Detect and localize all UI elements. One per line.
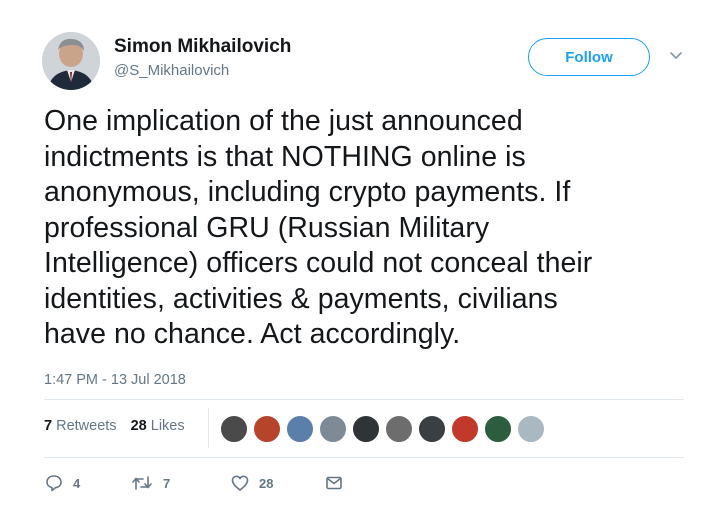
tweet-line: have no chance. Act accordingly. <box>44 318 461 350</box>
retweets-stat[interactable]: 7 Retweets <box>44 418 117 434</box>
tweet-timestamp[interactable]: 1:47 PM - 13 Jul 2018 <box>44 372 186 388</box>
direct-message-button[interactable] <box>324 472 344 494</box>
like-button[interactable]: 28 <box>230 472 273 494</box>
heart-icon <box>231 475 249 491</box>
retweet-icon <box>132 476 152 490</box>
liker-avatar[interactable] <box>385 415 413 443</box>
more-options-caret[interactable] <box>666 48 686 64</box>
tweet-text: One implication of the just announced in… <box>44 104 704 353</box>
author-name[interactable]: Simon Mikhailovich <box>114 36 291 58</box>
liker-avatar[interactable] <box>484 415 512 443</box>
tweet-line: indictments is that NOTHING online is <box>44 140 526 173</box>
default-avatar-icon[interactable] <box>517 415 545 443</box>
tweet-line: Intelligence) officers could not conceal… <box>44 247 593 279</box>
retweet-count: 7 <box>163 475 171 491</box>
reply-icon <box>46 475 62 492</box>
tweet-line: One implication of the just announced <box>44 105 523 137</box>
tweet-line: identities, activities & payments, civil… <box>44 282 558 315</box>
like-count: 28 <box>259 475 274 491</box>
retweets-label: Retweets <box>56 418 117 434</box>
likes-stat[interactable]: 28 Likes <box>131 418 185 434</box>
author-photo-icon <box>42 32 100 90</box>
stats-separator <box>208 408 209 448</box>
author-avatar[interactable] <box>42 32 100 90</box>
liker-avatar[interactable] <box>418 415 446 443</box>
retweet-button[interactable]: 7 <box>130 472 170 494</box>
author-handle[interactable]: @S_Mikhailovich <box>114 62 229 79</box>
liker-avatar[interactable] <box>319 415 347 443</box>
reply-button[interactable]: 4 <box>44 472 80 494</box>
liker-avatar[interactable] <box>451 415 479 443</box>
liker-avatar[interactable] <box>253 415 281 443</box>
chevron-down-icon <box>670 52 682 59</box>
liker-avatar[interactable] <box>352 415 380 443</box>
divider <box>44 399 684 400</box>
reply-count: 4 <box>73 475 81 491</box>
likes-label: Likes <box>150 418 185 434</box>
envelope-icon <box>326 476 342 490</box>
liker-avatar[interactable] <box>220 415 248 443</box>
tweet-line: anonymous, including crypto payments. If <box>44 176 571 208</box>
retweets-count: 7 <box>44 418 53 434</box>
likes-count: 28 <box>130 418 147 434</box>
divider <box>44 457 684 458</box>
tweet-stats: 7 Retweets 28 Likes <box>44 418 195 440</box>
liker-avatar[interactable] <box>286 415 314 443</box>
tweet-line: professional GRU (Russian Military <box>44 211 490 244</box>
follow-button[interactable]: Follow <box>528 38 650 76</box>
